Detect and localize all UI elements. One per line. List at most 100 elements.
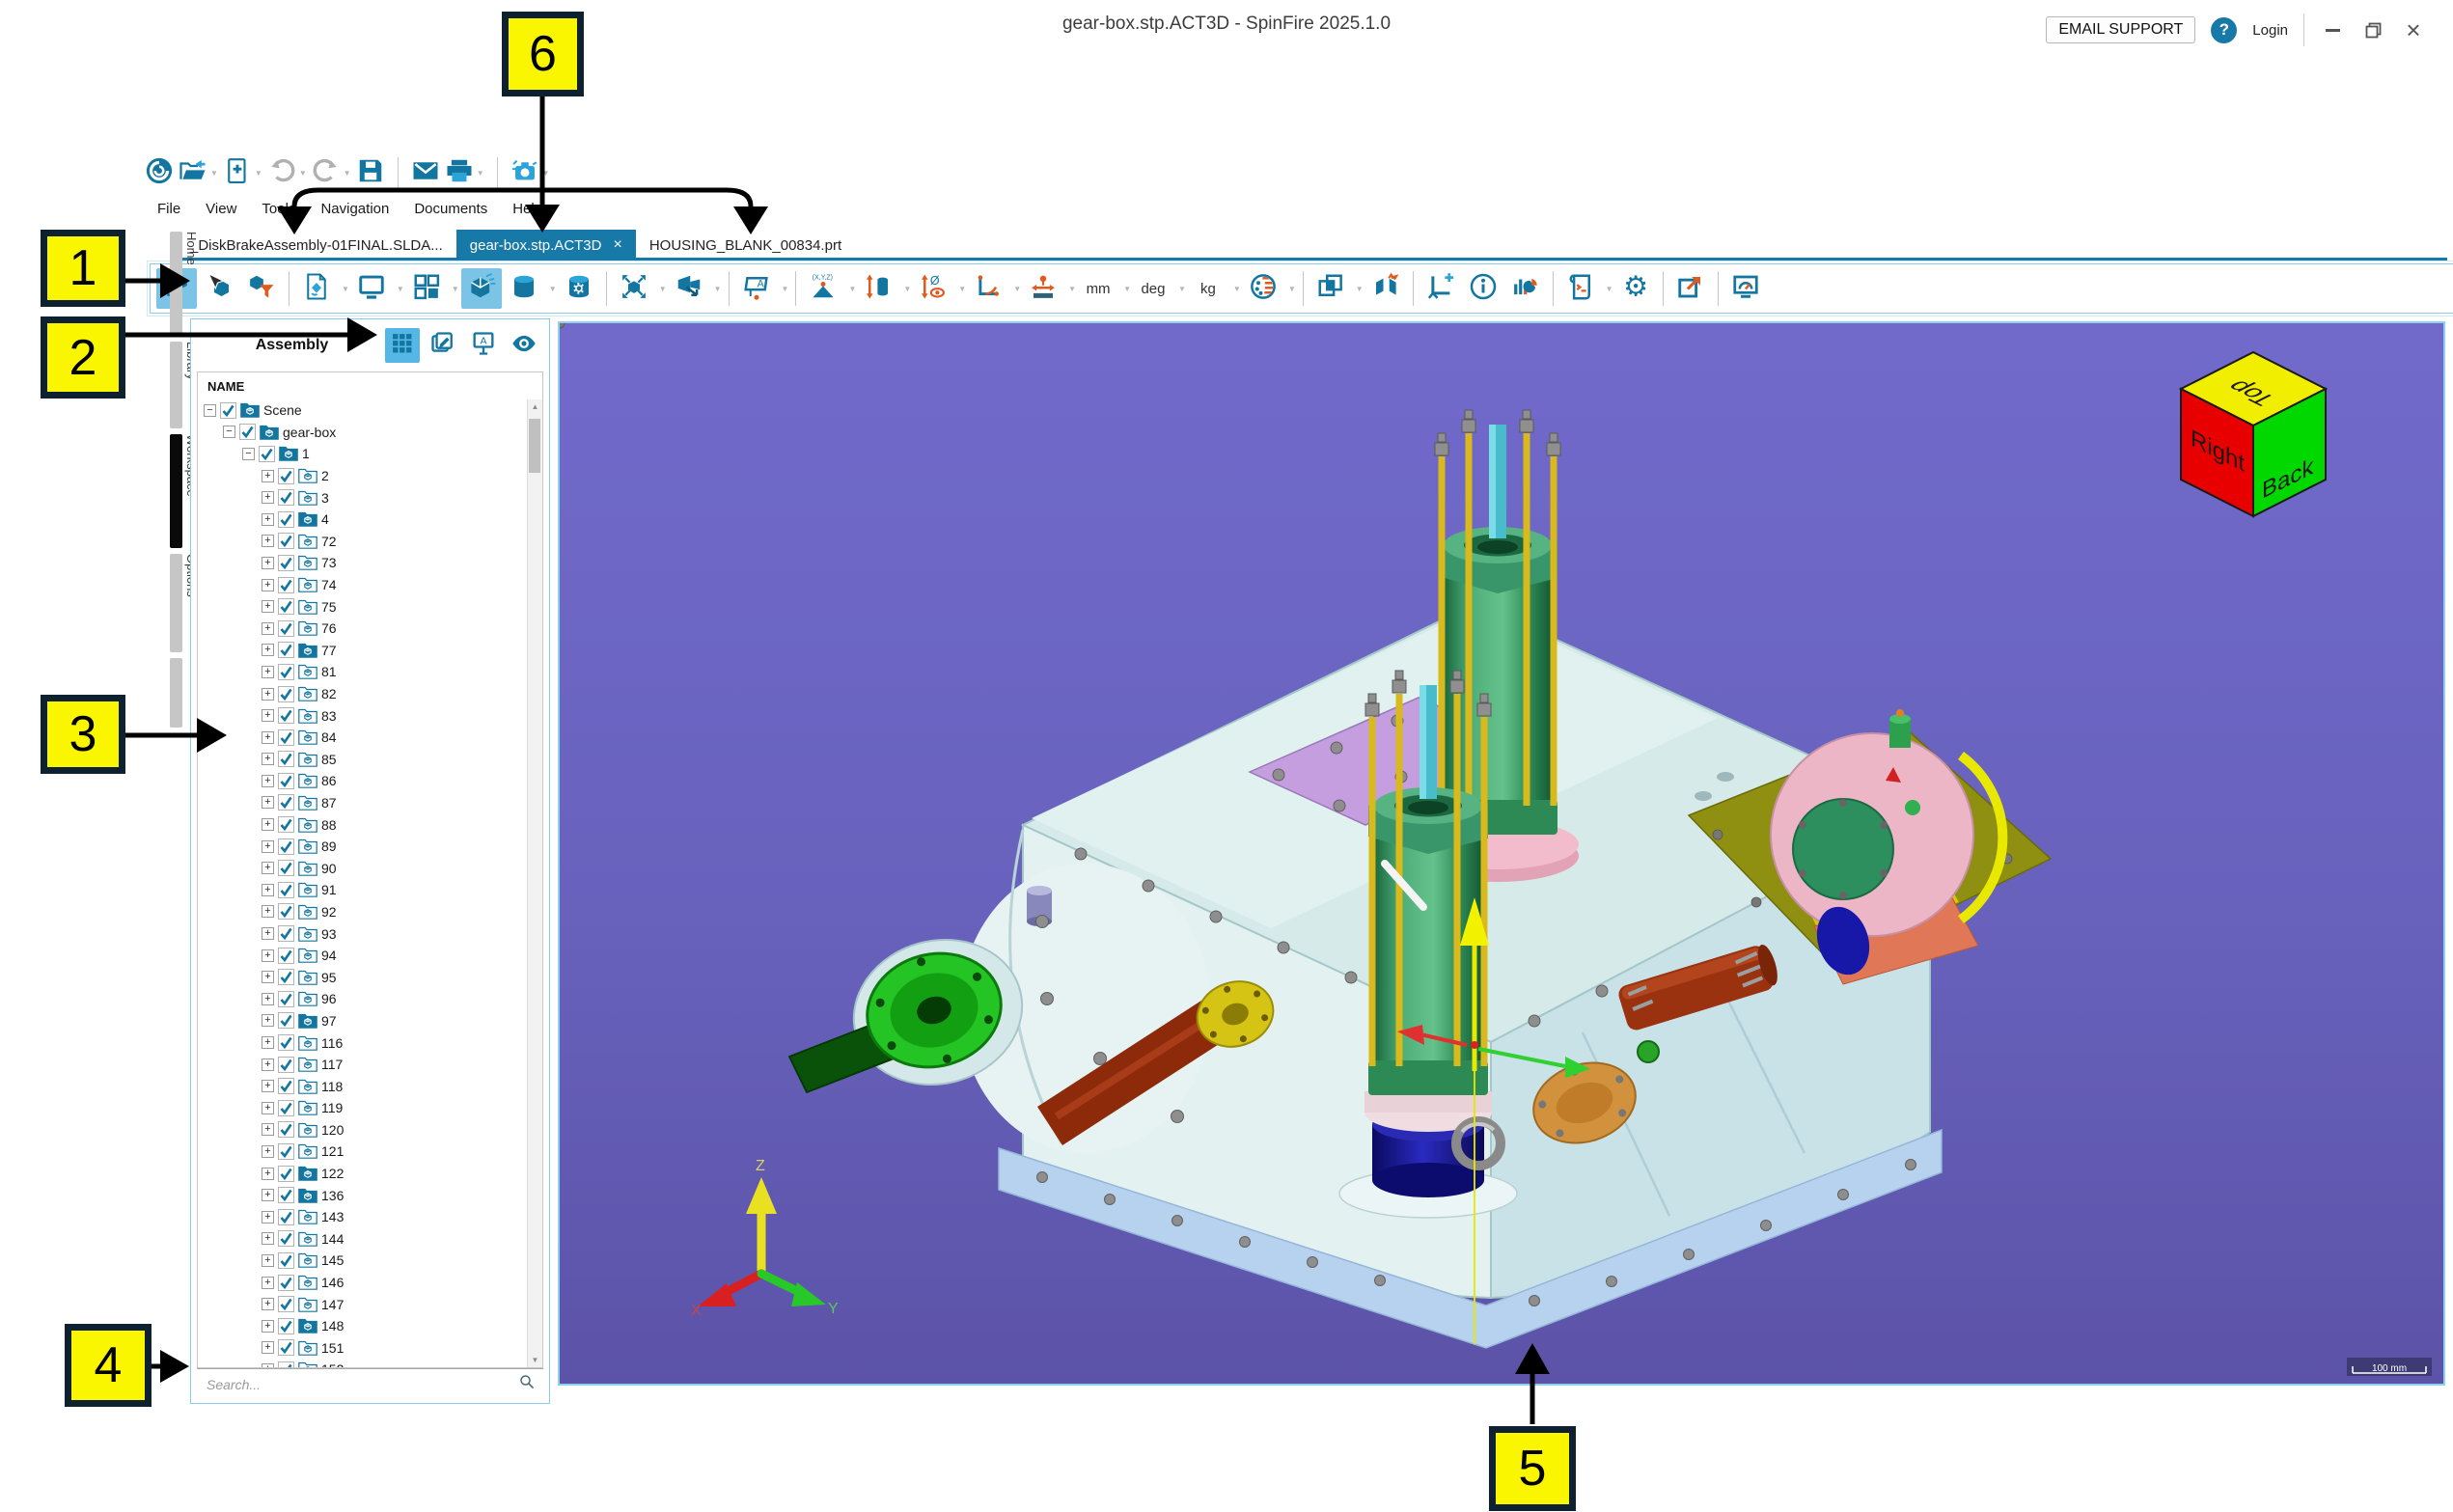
expand-icon[interactable]: +: [262, 578, 274, 591]
visibility-checkbox[interactable]: [278, 729, 294, 746]
chevron-down-icon[interactable]: ▼: [714, 285, 722, 293]
visibility-checkbox[interactable]: [278, 816, 294, 834]
visibility-checkbox[interactable]: [259, 445, 275, 462]
tree-row-Scene[interactable]: − Scene: [198, 399, 528, 422]
visibility-checkbox[interactable]: [278, 772, 294, 789]
visibility-checkbox[interactable]: [278, 925, 294, 943]
visibility-checkbox[interactable]: [278, 467, 294, 484]
visibility-checkbox[interactable]: [278, 1208, 294, 1225]
tree-row-72[interactable]: +72: [198, 531, 528, 553]
visibility-checkbox[interactable]: [278, 1142, 294, 1160]
scroll-up-icon[interactable]: ▲: [528, 402, 542, 411]
fit-all-button[interactable]: [614, 268, 654, 309]
visibility-checkbox[interactable]: [278, 1165, 294, 1182]
chevron-down-icon[interactable]: ▼: [1288, 285, 1296, 293]
visibility-checkbox[interactable]: [278, 1078, 294, 1095]
visibility-checkbox[interactable]: [278, 1274, 294, 1291]
visibility-checkbox[interactable]: [278, 707, 294, 725]
view-cube[interactable]: Top Right Back: [2178, 350, 2329, 518]
background-button[interactable]: [351, 268, 392, 309]
expand-icon[interactable]: +: [262, 512, 274, 526]
chevron-down-icon[interactable]: ▼: [1178, 285, 1186, 293]
visibility-checkbox[interactable]: [278, 1361, 294, 1367]
scripts-button[interactable]: [1560, 268, 1601, 309]
menu-help[interactable]: Help: [502, 198, 553, 220]
visibility-checkbox[interactable]: [278, 663, 294, 680]
tree-row-146[interactable]: +146: [198, 1272, 528, 1294]
visibility-checkbox[interactable]: [278, 533, 294, 550]
expand-icon[interactable]: +: [262, 1189, 274, 1202]
visibility-checkbox[interactable]: [278, 860, 294, 877]
unit-deg-button[interactable]: deg: [1133, 268, 1173, 309]
appearance-document-button[interactable]: [296, 268, 337, 309]
visibility-checkbox[interactable]: [278, 685, 294, 702]
visibility-checkbox[interactable]: [278, 1339, 294, 1357]
tree-row-77[interactable]: +77: [198, 640, 528, 662]
expand-icon[interactable]: +: [262, 948, 274, 962]
visibility-eye-button[interactable]: [507, 328, 541, 363]
visibility-checkbox[interactable]: [278, 642, 294, 659]
settings-gear-button[interactable]: ⚙: [1615, 268, 1656, 309]
tree-row-119[interactable]: +119: [198, 1097, 528, 1119]
tree-row-121[interactable]: +121: [198, 1141, 528, 1163]
open-file-button[interactable]: ▼: [179, 156, 218, 190]
tree-row-86[interactable]: +86: [198, 770, 528, 792]
expand-icon[interactable]: +: [262, 535, 274, 548]
visibility-checkbox[interactable]: [278, 1317, 294, 1334]
menu-file[interactable]: File: [147, 198, 191, 220]
save-button[interactable]: [356, 156, 385, 190]
chevron-down-icon[interactable]: ▼: [1068, 285, 1076, 293]
snapshot-button[interactable]: ▼: [510, 156, 550, 190]
performance-button[interactable]: [1725, 268, 1766, 309]
expand-icon[interactable]: +: [262, 1167, 274, 1180]
visibility-checkbox[interactable]: [278, 510, 294, 528]
measure-feature-button[interactable]: [858, 268, 898, 309]
measure-diameter-button[interactable]: Ø: [913, 268, 953, 309]
chevron-down-icon[interactable]: ▼: [344, 169, 351, 178]
visibility-checkbox[interactable]: [278, 576, 294, 593]
tree-row-87[interactable]: +87: [198, 792, 528, 814]
expand-icon[interactable]: +: [262, 753, 274, 766]
chevron-down-icon[interactable]: ▼: [255, 169, 262, 178]
tree-row-93[interactable]: +93: [198, 922, 528, 945]
tree-row-148[interactable]: +148: [198, 1315, 528, 1337]
expand-icon[interactable]: +: [262, 1232, 274, 1246]
visibility-checkbox[interactable]: [278, 554, 294, 571]
tree-row-83[interactable]: +83: [198, 704, 528, 727]
tree-row-88[interactable]: +88: [198, 813, 528, 836]
chevron-down-icon[interactable]: ▼: [1013, 285, 1021, 293]
visibility-checkbox[interactable]: [220, 401, 236, 419]
tree-row-145[interactable]: +145: [198, 1250, 528, 1272]
select-part-button[interactable]: [199, 268, 239, 309]
chevron-down-icon[interactable]: ▼: [1233, 285, 1241, 293]
tree-row-3[interactable]: +3: [198, 486, 528, 509]
expand-icon[interactable]: +: [262, 1101, 274, 1114]
visibility-checkbox[interactable]: [278, 1034, 294, 1052]
expand-icon[interactable]: +: [262, 992, 274, 1005]
tree-row-91[interactable]: +91: [198, 879, 528, 901]
chevron-down-icon[interactable]: ▼: [299, 169, 307, 178]
chevron-down-icon[interactable]: ▼: [452, 285, 459, 293]
print-button[interactable]: ▼: [445, 156, 484, 190]
gearbox-3d-model[interactable]: Top Right Back Z X Y 100 mm: [554, 317, 2439, 1380]
part-info-button[interactable]: [1463, 268, 1503, 309]
coordinate-point-button[interactable]: (X,Y,Z): [803, 268, 843, 309]
close-button[interactable]: ×: [2401, 17, 2426, 42]
undo-button[interactable]: ▼: [267, 156, 307, 190]
chevron-down-icon[interactable]: ▼: [782, 285, 789, 293]
expand-icon[interactable]: +: [262, 839, 274, 853]
measure-distance-button[interactable]: [1023, 268, 1063, 309]
new-document-button[interactable]: ▼: [223, 156, 262, 190]
expand-icon[interactable]: +: [262, 1253, 274, 1267]
tree-row-96[interactable]: +96: [198, 988, 528, 1010]
annotation-board-button[interactable]: A: [466, 328, 501, 363]
expand-icon[interactable]: +: [262, 1319, 274, 1333]
chevron-down-icon[interactable]: ▼: [659, 285, 667, 293]
expand-icon[interactable]: +: [262, 796, 274, 810]
viewport-3d[interactable]: Top Right Back Z X Y 100 mm: [554, 317, 2445, 1386]
visibility-checkbox[interactable]: [278, 1121, 294, 1139]
expand-icon[interactable]: +: [262, 774, 274, 787]
expand-icon[interactable]: +: [262, 1014, 274, 1028]
tree-row-144[interactable]: +144: [198, 1228, 528, 1251]
expand-icon[interactable]: +: [262, 709, 274, 723]
